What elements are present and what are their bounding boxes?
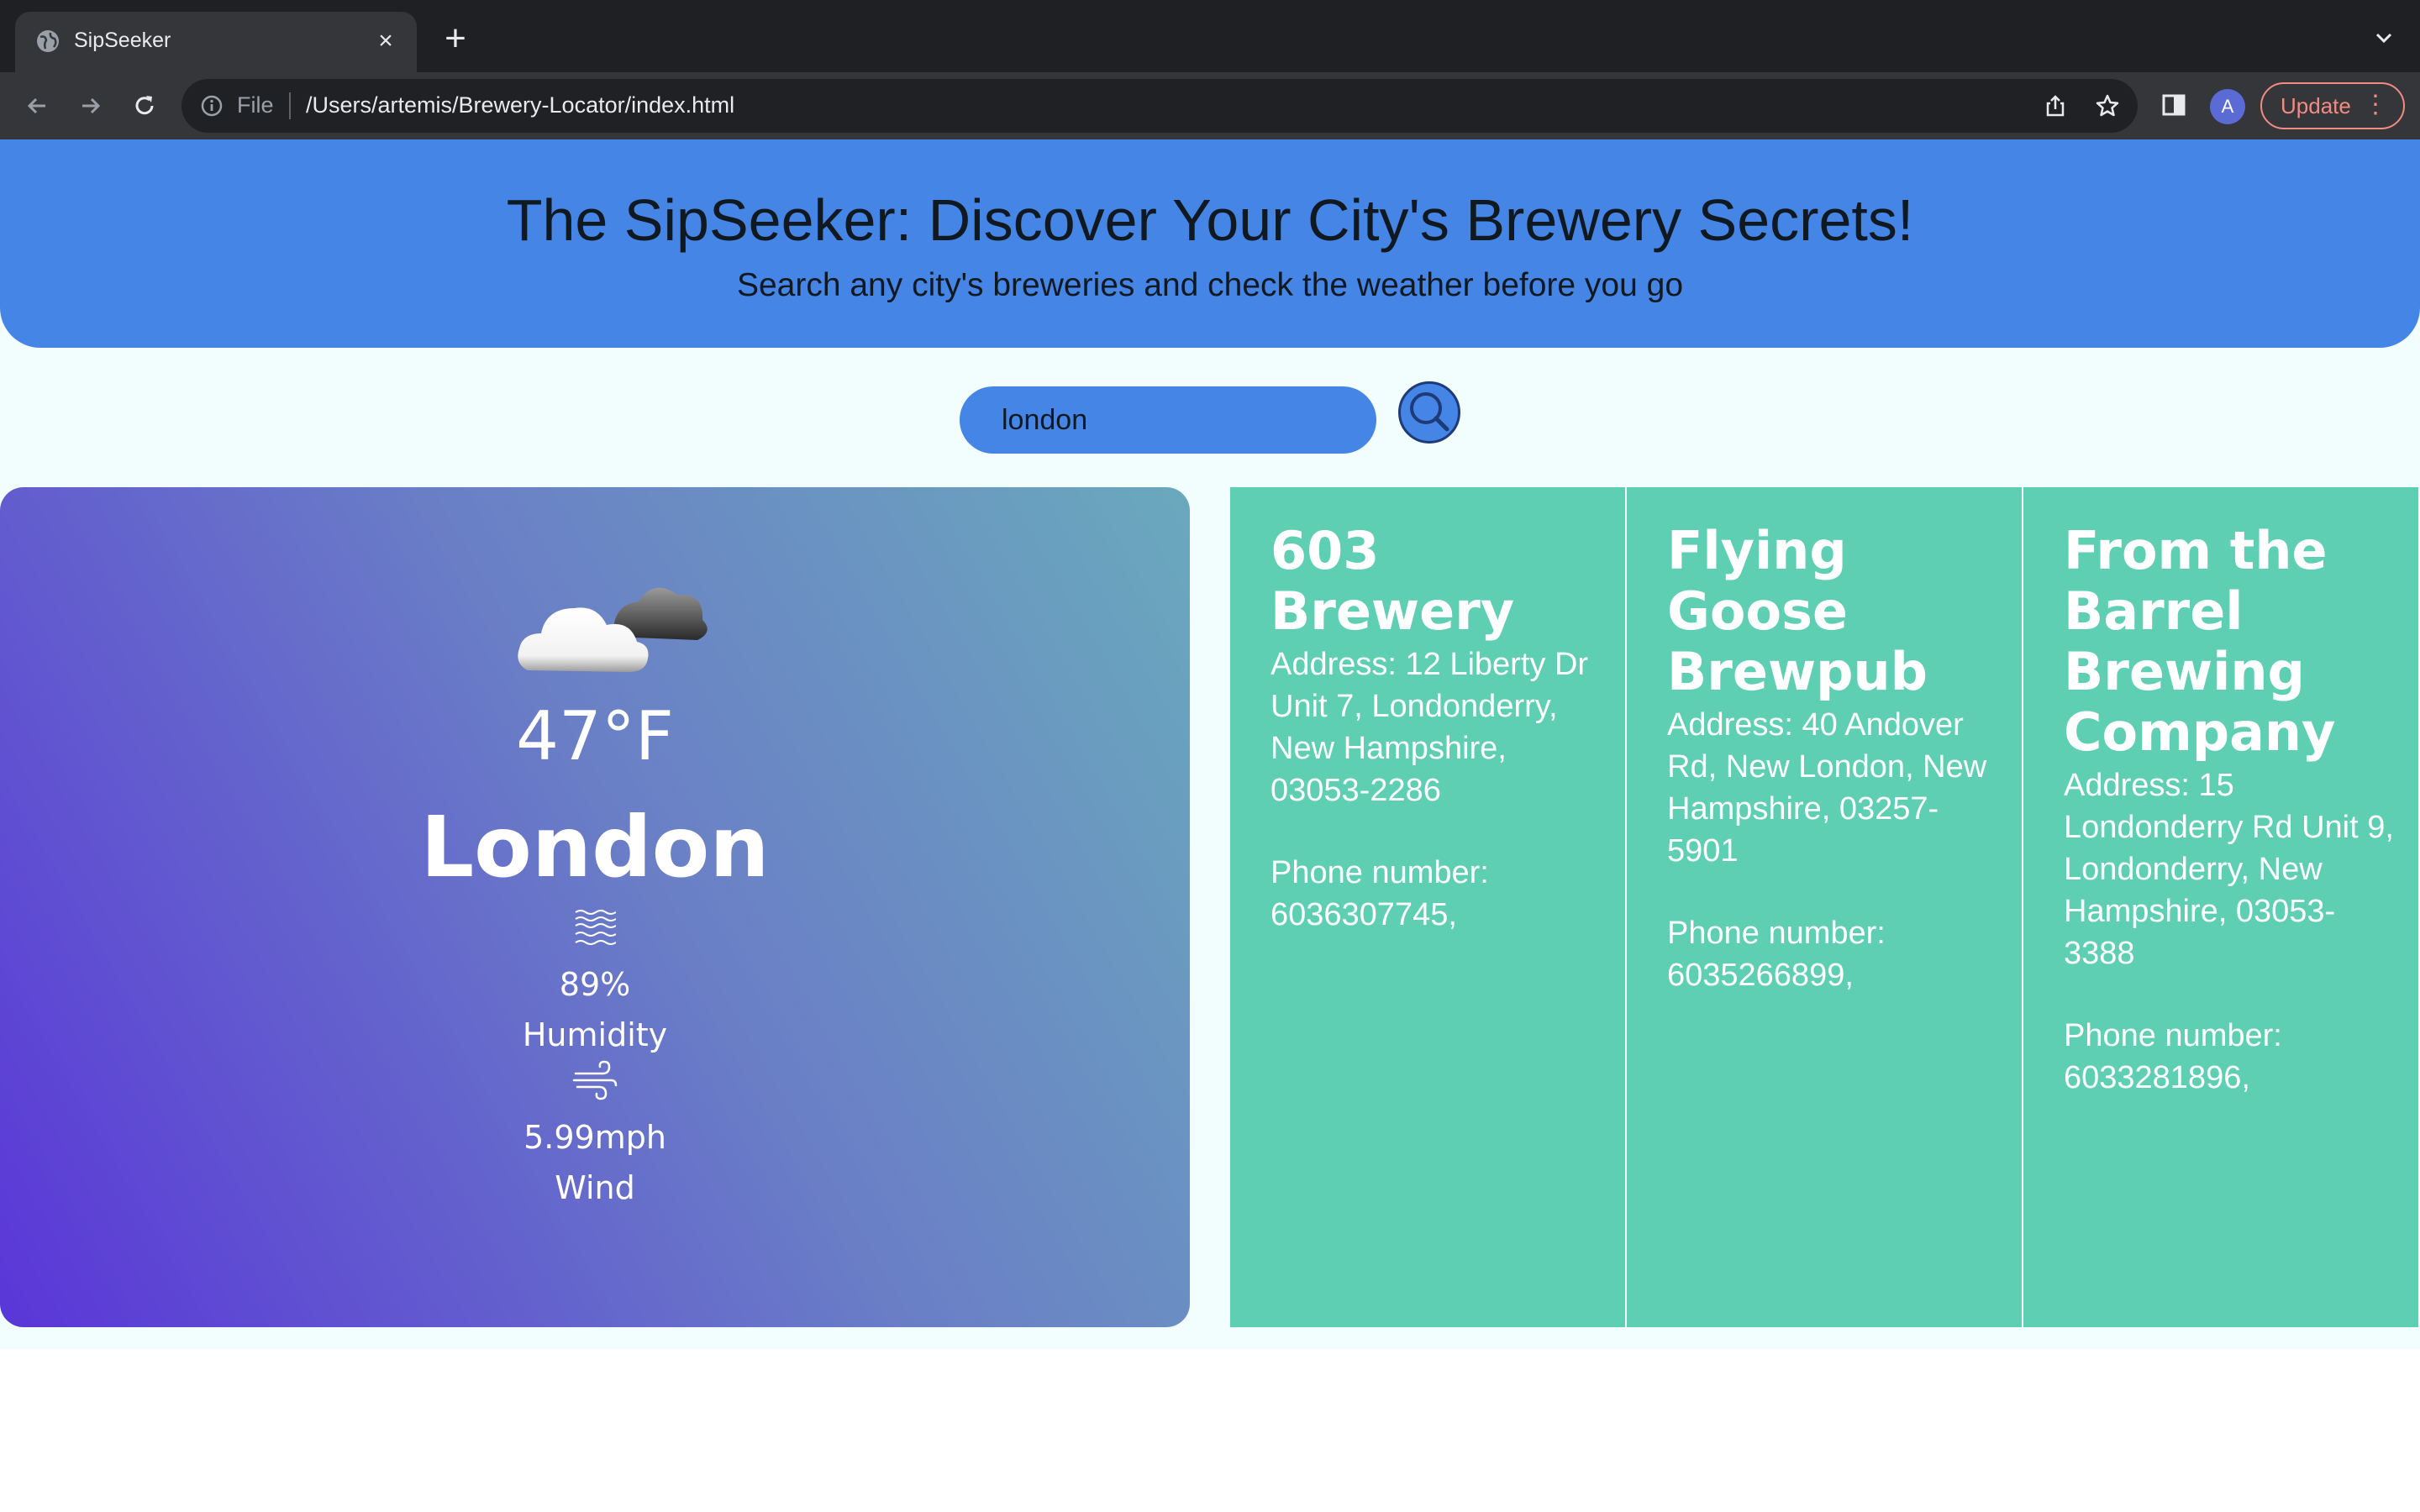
phone-number: 6036307745, [1270, 897, 1457, 932]
temperature: 47°F [516, 697, 674, 775]
forward-button[interactable] [74, 89, 108, 123]
bookmark-star-icon[interactable] [2094, 92, 2121, 119]
browser-toolbar: File /Users/artemis/Brewery-Locator/inde… [0, 72, 2420, 139]
brewery-address: Address: 15 Londonderry Rd Unit 9, Londo… [2064, 768, 2394, 971]
new-tab-icon[interactable]: + [439, 20, 472, 57]
humidity-value: 89% [559, 966, 631, 1003]
brewery-card: From the Barrel Brewing Company Address:… [2023, 487, 2418, 1327]
wind-label: Wind [555, 1169, 635, 1206]
back-button[interactable] [20, 89, 54, 123]
wind-value: 5.99mph [523, 1119, 666, 1156]
close-tab-icon[interactable]: × [371, 27, 400, 55]
brewery-address: Address: 40 Andover Rd, New London, New … [1667, 707, 1987, 869]
search-button[interactable] [1398, 381, 1460, 444]
page-body: The SipSeeker: Discover Your City's Brew… [0, 139, 2420, 1349]
globe-icon [37, 30, 59, 52]
brewery-address: Address: 12 Liberty Dr Unit 7, Londonder… [1270, 647, 1589, 808]
brewery-name: From the Barrel Brewing Company [2064, 520, 2336, 763]
url-text[interactable]: /Users/artemis/Brewery-Locator/index.htm… [306, 92, 734, 118]
wind-icon [572, 1060, 618, 1100]
info-icon[interactable] [200, 94, 224, 118]
city-name: London [420, 798, 770, 896]
browser-tab[interactable]: SipSeeker × [15, 12, 417, 72]
phone-label: Phone number: [2064, 1018, 2282, 1053]
side-panel-icon[interactable] [2160, 91, 2188, 119]
phone-label: Phone number: [1270, 855, 1489, 890]
update-button[interactable]: Update ⋮ [2260, 82, 2405, 129]
partly-cloudy-icon [518, 587, 708, 672]
tab-title: SipSeeker [74, 29, 171, 52]
share-icon[interactable] [2042, 92, 2069, 119]
humidity-waves-icon [575, 910, 616, 945]
brewery-phone: Phone number: 6036307745, [1270, 852, 1605, 936]
page-title: The SipSeeker: Discover Your City's Brew… [506, 187, 1914, 253]
phone-number: 6035266899, [1667, 958, 1854, 993]
hero-header: The SipSeeker: Discover Your City's Brew… [0, 139, 2420, 348]
weather-card: 47°F London 89% Humidity 5.99mph Wind [0, 487, 1190, 1327]
browser-tab-strip: SipSeeker × + [0, 0, 2420, 72]
reload-button[interactable] [128, 89, 161, 123]
address-bar[interactable]: File /Users/artemis/Brewery-Locator/inde… [182, 79, 2138, 133]
back-arrow-icon [27, 97, 45, 114]
city-search-input[interactable] [960, 386, 1376, 454]
profile-avatar[interactable]: A [2210, 89, 2245, 124]
url-scheme: File [237, 92, 274, 118]
phone-label: Phone number: [1667, 916, 1886, 951]
reload-icon [135, 96, 154, 115]
chevron-down-icon[interactable] [2371, 25, 2396, 50]
more-menu-icon[interactable]: ⋮ [2363, 84, 2388, 126]
brewery-card: 603 Brewery Address: 12 Liberty Dr Unit … [1230, 487, 1625, 1327]
page-viewport: The SipSeeker: Discover Your City's Brew… [0, 139, 2420, 1512]
phone-number: 6033281896, [2064, 1060, 2250, 1095]
brewery-phone: Phone number: 6033281896, [2064, 1015, 2398, 1099]
page-subtitle: Search any city's breweries and check th… [736, 267, 1684, 303]
forward-arrow-icon [82, 97, 101, 114]
search-icon [1410, 392, 1449, 432]
brewery-card: Flying Goose Brewpub Address: 40 Andover… [1627, 487, 2022, 1327]
humidity-label: Humidity [522, 1016, 668, 1053]
update-button-label: Update [2281, 93, 2351, 118]
brewery-phone: Phone number: 6035266899, [1667, 912, 2002, 996]
url-separator [289, 92, 291, 119]
brewery-name: 603 Brewery [1270, 520, 1515, 642]
brewery-name: Flying Goose Brewpub [1667, 520, 1928, 702]
